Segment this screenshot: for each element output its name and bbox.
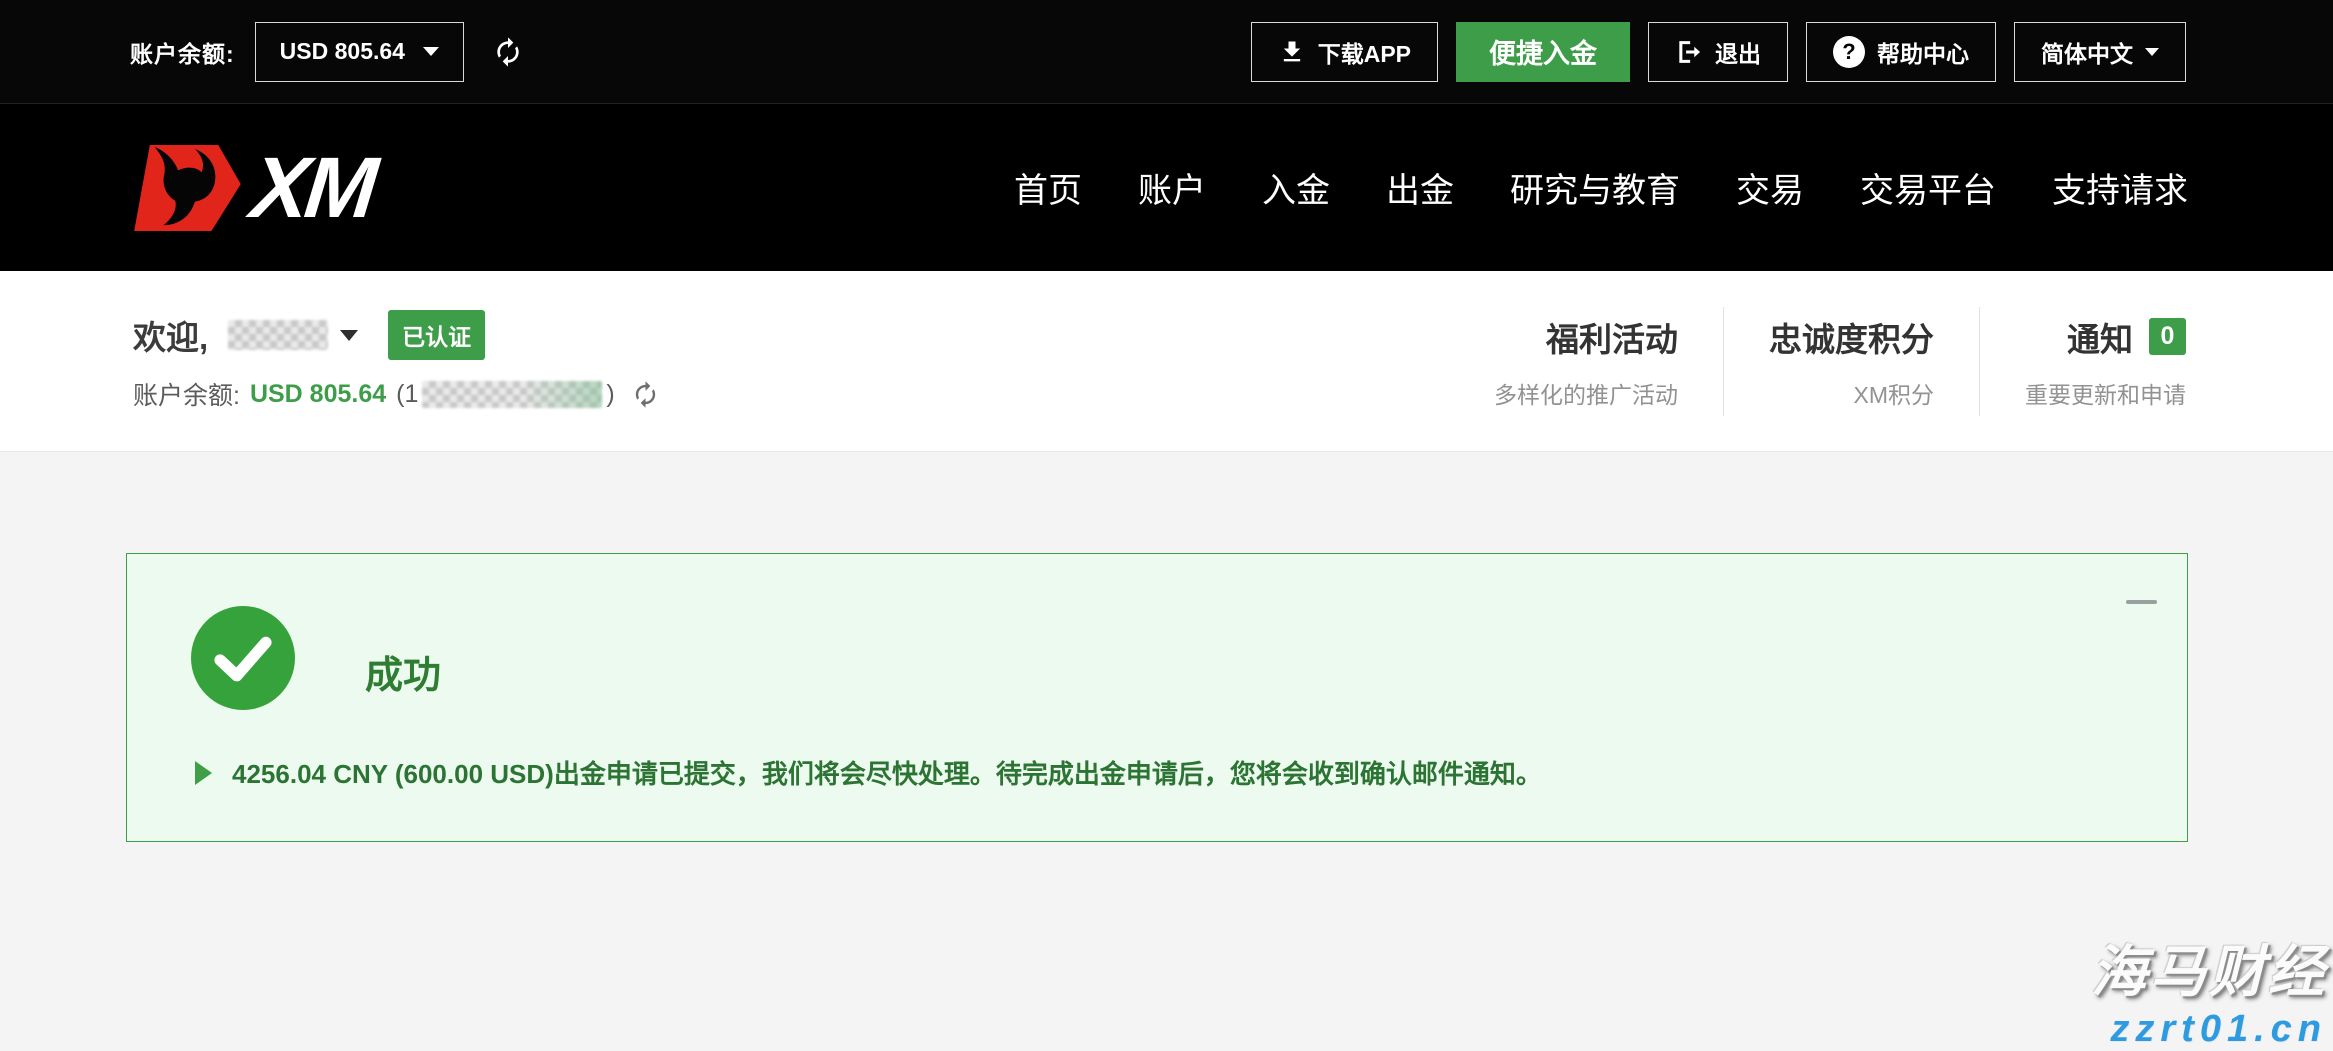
question-mark-icon: ? xyxy=(1833,36,1865,68)
xm-bull-logo-icon xyxy=(128,144,246,232)
nav-item-trading[interactable]: 交易 xyxy=(1736,163,1804,212)
notifications-title: 通知 0 xyxy=(2025,313,2186,361)
chevron-down-icon xyxy=(2145,48,2159,56)
chevron-down-icon[interactable] xyxy=(340,330,358,341)
account-number-open: (1 xyxy=(396,380,418,409)
quick-link-notifications[interactable]: 通知 0 重要更新和申请 xyxy=(1979,307,2186,416)
download-app-button[interactable]: 下载APP xyxy=(1251,22,1438,82)
account-balance-line: 账户余额: USD 805.64 (1 ) xyxy=(133,376,660,412)
alert-message-row: 4256.04 CNY (600.00 USD)出金申请已提交，我们将会尽快处理… xyxy=(195,754,1542,791)
balance-label: 账户余额: xyxy=(133,376,240,412)
watermark-url-text: zzrt01.cn xyxy=(2091,1008,2327,1051)
chevron-down-icon xyxy=(423,47,439,56)
main-navigation-bar: XM 首页 账户 入金 出金 研究与教育 交易 交易平台 支持请求 xyxy=(0,104,2333,271)
success-check-icon xyxy=(191,606,295,710)
logout-icon xyxy=(1675,38,1703,66)
top-utility-bar: 账户余额: USD 805.64 下载APP 便捷入金 xyxy=(0,0,2333,104)
welcome-greeting: 欢迎, xyxy=(133,311,208,359)
site-watermark: 海马财经 zzrt01.cn xyxy=(2091,927,2327,1051)
easy-deposit-button[interactable]: 便捷入金 xyxy=(1456,22,1630,82)
quick-link-promotions[interactable]: 福利活动 多样化的推广活动 xyxy=(1449,307,1723,416)
download-icon xyxy=(1278,38,1306,66)
nav-item-home[interactable]: 首页 xyxy=(1014,163,1082,212)
download-app-label: 下载APP xyxy=(1318,35,1411,69)
welcome-left: 欢迎, 已认证 账户余额: USD 805.64 (1 ) xyxy=(133,310,660,412)
blurred-account-number xyxy=(422,381,602,408)
account-number-close: ) xyxy=(606,380,614,409)
language-selector-button[interactable]: 简体中文 xyxy=(2014,22,2186,82)
account-balance-value: USD 805.64 xyxy=(280,38,405,65)
nav-item-platforms[interactable]: 交易平台 xyxy=(1860,163,1996,212)
refresh-icon[interactable] xyxy=(631,380,660,409)
nav-item-withdrawal[interactable]: 出金 xyxy=(1386,163,1454,212)
refresh-icon[interactable] xyxy=(492,36,524,68)
notification-count-badge: 0 xyxy=(2149,318,2186,355)
help-center-label: 帮助中心 xyxy=(1877,35,1969,69)
watermark-brand-text: 海马财经 xyxy=(2091,927,2327,1008)
loyalty-subtitle: XM积分 xyxy=(1769,376,1934,410)
logout-label: 退出 xyxy=(1715,35,1761,69)
xm-logo[interactable]: XM xyxy=(128,144,373,232)
quick-links: 福利活动 多样化的推广活动 忠诚度积分 XM积分 通知 0 重要更新和申请 xyxy=(1449,307,2186,416)
nav-item-support[interactable]: 支持请求 xyxy=(2052,163,2188,212)
promotions-title: 福利活动 xyxy=(1494,313,1678,361)
notifications-subtitle: 重要更新和申请 xyxy=(2025,376,2186,410)
promotions-subtitle: 多样化的推广活动 xyxy=(1494,376,1678,410)
account-balance-dropdown[interactable]: USD 805.64 xyxy=(255,22,464,82)
blurred-username xyxy=(228,320,328,350)
xm-member-area-page: 账户余额: USD 805.64 下载APP 便捷入金 xyxy=(0,0,2333,1051)
loyalty-title: 忠诚度积分 xyxy=(1769,313,1934,361)
logout-button[interactable]: 退出 xyxy=(1648,22,1788,82)
quick-link-loyalty[interactable]: 忠诚度积分 XM积分 xyxy=(1723,307,1979,416)
easy-deposit-label: 便捷入金 xyxy=(1489,32,1597,71)
alert-title: 成功 xyxy=(365,644,441,699)
collapse-panel-icon[interactable] xyxy=(2126,600,2157,604)
language-label: 简体中文 xyxy=(2041,35,2133,69)
bullet-triangle-icon xyxy=(195,761,212,785)
welcome-line: 欢迎, 已认证 xyxy=(133,310,660,360)
xm-logo-text: XM xyxy=(247,144,377,232)
topbar-balance-label: 账户余额: xyxy=(130,35,235,69)
welcome-strip: 欢迎, 已认证 账户余额: USD 805.64 (1 ) 福利活动 多样化的推… xyxy=(0,271,2333,452)
verified-status-badge: 已认证 xyxy=(388,310,485,360)
content-area: 成功 4256.04 CNY (600.00 USD)出金申请已提交，我们将会尽… xyxy=(0,452,2333,1051)
nav-item-deposit[interactable]: 入金 xyxy=(1262,163,1330,212)
main-nav-menu: 首页 账户 入金 出金 研究与教育 交易 交易平台 支持请求 xyxy=(1014,163,2188,212)
success-alert-panel: 成功 4256.04 CNY (600.00 USD)出金申请已提交，我们将会尽… xyxy=(126,553,2188,842)
help-center-button[interactable]: ? 帮助中心 xyxy=(1806,22,1996,82)
alert-message-text: 4256.04 CNY (600.00 USD)出金申请已提交，我们将会尽快处理… xyxy=(232,754,1542,791)
nav-item-account[interactable]: 账户 xyxy=(1138,163,1206,212)
nav-item-research-education[interactable]: 研究与教育 xyxy=(1510,163,1680,212)
topbar-actions: 下载APP 便捷入金 退出 ? 帮助中心 简体中文 xyxy=(1251,22,2186,82)
notifications-label: 通知 xyxy=(2067,313,2133,361)
balance-value: USD 805.64 xyxy=(250,380,386,409)
